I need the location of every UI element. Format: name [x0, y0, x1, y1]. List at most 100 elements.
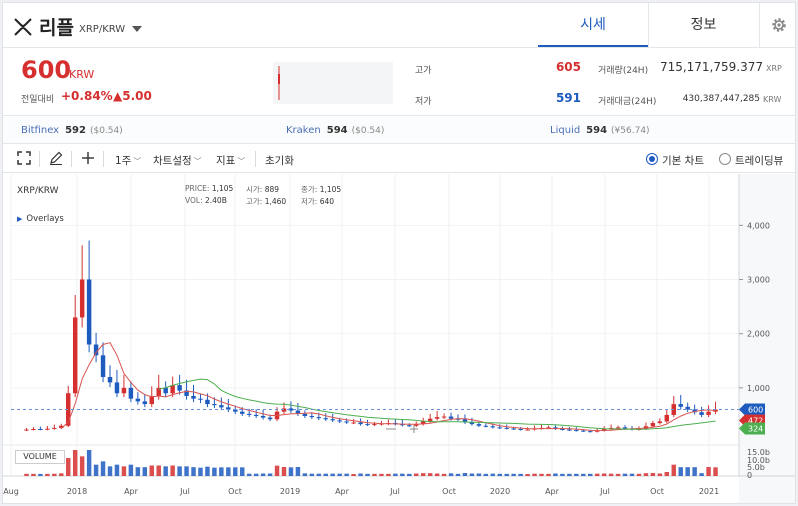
- overlays-toggle[interactable]: ▶ Overlays: [17, 214, 64, 224]
- settings-button[interactable]: [759, 3, 795, 47]
- close-val: 1,105: [319, 185, 342, 194]
- basic-chart-label[interactable]: 기본 차트: [662, 153, 704, 168]
- volume-bar: [434, 473, 440, 476]
- volume-bar: [462, 473, 468, 476]
- tradingview-radio[interactable]: [719, 153, 731, 165]
- volume-bar: [316, 473, 322, 476]
- candle-body: [678, 404, 683, 407]
- low-label: 저가: [415, 97, 432, 107]
- volume-bar: [135, 467, 141, 476]
- change-amount: ▲5.00: [113, 89, 152, 103]
- x-tick-label: Jul: [179, 487, 190, 496]
- volume-bar: [699, 473, 704, 476]
- candle-body: [448, 416, 454, 419]
- candle-body: [504, 427, 509, 429]
- volume-bar: [372, 473, 377, 476]
- tradingview-label[interactable]: 트레이딩뷰: [735, 153, 783, 168]
- volume-bar: [31, 473, 36, 476]
- volume-bar: [38, 473, 43, 476]
- volume-bar: [149, 465, 154, 476]
- exchange-price: 594: [586, 125, 608, 136]
- period-dropdown[interactable]: 1주 ﹀: [115, 153, 141, 168]
- chart-settings-dropdown[interactable]: 차트설정 ﹀: [153, 153, 202, 168]
- volume-bar: [615, 473, 621, 476]
- price-val: 1,105: [211, 184, 234, 193]
- exchange-name[interactable]: Bitfinex: [21, 125, 59, 136]
- volume-bar: [546, 473, 551, 476]
- candle-body: [281, 408, 287, 412]
- candlestick-chart[interactable]: Aug 2018 Apr Jul Oct 2019 Apr Jul Oct 2020 Apr Jul O…: [3, 174, 796, 504]
- tab-info[interactable]: 정보: [648, 3, 758, 47]
- volume-bar: [379, 473, 384, 476]
- volume-bar: [93, 464, 99, 476]
- volume-bar: [163, 466, 168, 476]
- candle-body: [86, 279, 92, 345]
- pencil-icon[interactable]: [49, 151, 63, 165]
- ma-long-tag: 324: [748, 425, 763, 434]
- basic-chart-radio[interactable]: [646, 153, 658, 165]
- volume-bar: [107, 466, 113, 476]
- pair-dropdown-icon[interactable]: [132, 26, 142, 32]
- volume-bar: [455, 473, 461, 476]
- candle-body: [72, 317, 78, 394]
- volume-bar: [128, 464, 134, 476]
- volume-bar: [344, 473, 349, 476]
- gear-icon: [772, 18, 786, 32]
- candle-body: [407, 425, 412, 427]
- exchange-usd-price: ($0.54): [351, 126, 385, 136]
- candle-body: [316, 417, 322, 419]
- candle-body: [622, 427, 628, 429]
- chevron-down-icon: ﹀: [237, 157, 246, 166]
- price-chart[interactable]: Aug 2018 Apr Jul Oct 2019 Apr Jul Oct 2020 Apr Jul O…: [3, 174, 796, 504]
- candle-body: [525, 429, 530, 431]
- exchange-bitfinex: Bitfinex 592 ($0.54): [21, 125, 123, 136]
- volume-bar: [100, 461, 106, 476]
- exchange-liquid: Liquid 594 (¥56.74): [550, 125, 650, 136]
- exchange-name[interactable]: Liquid: [550, 125, 580, 136]
- candle-body: [302, 413, 308, 416]
- price-unit: KRW: [69, 68, 95, 81]
- x-tick-label: 2019: [280, 487, 300, 496]
- candle-body: [664, 414, 670, 422]
- coin-pair[interactable]: XRP/KRW: [79, 24, 125, 35]
- open-val: 889: [264, 185, 280, 194]
- volume-button[interactable]: VOLUME: [15, 450, 65, 464]
- volume-bar: [79, 456, 85, 476]
- crosshair-icon[interactable]: [81, 151, 95, 165]
- candle-body: [365, 424, 370, 426]
- volume-bar: [567, 473, 572, 476]
- volume-bar: [205, 466, 210, 476]
- volume-bar: [504, 473, 509, 476]
- exchange-name[interactable]: Kraken: [286, 125, 321, 136]
- volume-bar: [657, 473, 663, 476]
- indicators-dropdown[interactable]: 지표 ﹀: [216, 153, 245, 168]
- volume-bar: [365, 473, 370, 476]
- candle-body: [476, 424, 482, 426]
- volume-bar: [330, 473, 335, 476]
- volume-bar: [483, 473, 489, 476]
- candle-body: [219, 405, 224, 408]
- fullscreen-icon[interactable]: [17, 151, 31, 165]
- price-summary: 600 KRW 전일대비 +0.84% ▲5.00 고가 605 저가 591 …: [3, 48, 795, 116]
- ohlc-info: VOL: 2.40B: [185, 196, 227, 205]
- candle-body: [309, 416, 315, 418]
- volume-bar: [581, 473, 586, 476]
- y-tick-label: 4,000: [747, 221, 770, 230]
- exchange-kraken: Kraken 594 ($0.54): [286, 125, 384, 136]
- price-key: PRICE:: [185, 184, 210, 193]
- volume-bar: [337, 473, 342, 476]
- volume-bar: [427, 473, 433, 476]
- ohlc-info: 시가: 889: [246, 184, 279, 195]
- app-window: 리플 XRP/KRW 시세 정보 600 KRW 전일대비 +0.84% ▲5.…: [2, 2, 796, 504]
- candle-body: [518, 429, 523, 430]
- volume-bar: [295, 467, 301, 476]
- volume-bar: [713, 467, 718, 476]
- exchange-price: 594: [326, 125, 348, 136]
- candle-body: [615, 427, 621, 429]
- tab-market-price[interactable]: 시세: [538, 3, 648, 47]
- volume-24h-value: 715,171,759.377: [659, 60, 763, 74]
- volume-bar: [574, 473, 579, 476]
- change-rate: +0.84%: [61, 89, 113, 103]
- volume-bar: [66, 458, 71, 476]
- reset-button[interactable]: 초기화: [265, 153, 294, 168]
